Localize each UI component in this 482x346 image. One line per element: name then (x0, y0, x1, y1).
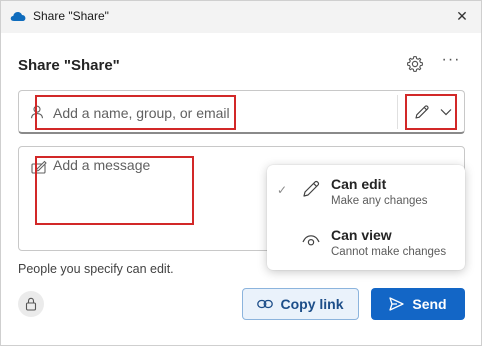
title-bar: Share "Share" ✕ (1, 1, 481, 33)
send-button[interactable]: Send (371, 288, 465, 320)
share-dialog-window: Share "Share" ✕ Share "Share" ··· Add a … (0, 0, 482, 346)
more-options-button[interactable]: ··· (441, 51, 461, 71)
copy-link-label: Copy link (280, 296, 344, 312)
menu-item-can-view[interactable]: Can view Cannot make changes (267, 222, 465, 268)
menu-item-description: Cannot make changes (331, 246, 447, 258)
person-icon (30, 105, 44, 119)
pencil-icon (303, 180, 320, 197)
message-icon (31, 160, 47, 174)
menu-item-label: Can view (331, 227, 392, 243)
close-button[interactable]: ✕ (453, 7, 471, 25)
send-label: Send (412, 296, 447, 312)
link-icon (257, 299, 274, 309)
menu-item-can-edit[interactable]: ✓ Can edit Make any changes (267, 171, 465, 217)
message-input[interactable] (53, 157, 283, 237)
eye-icon (302, 235, 320, 246)
window-title: Share "Share" (33, 9, 109, 23)
menu-item-label: Can edit (331, 176, 387, 192)
onedrive-cloud-icon (10, 12, 26, 21)
chevron-down-icon (440, 109, 452, 116)
permission-info-text: People you specify can edit. (18, 262, 174, 276)
permission-dropdown-button[interactable] (407, 97, 459, 127)
dialog-heading: Share "Share" (18, 57, 120, 74)
field-divider (397, 95, 398, 129)
link-settings-button[interactable] (18, 291, 44, 317)
close-icon: ✕ (456, 7, 468, 24)
dialog-panel: Share "Share" ··· Add a name, group, or … (1, 33, 481, 345)
pencil-icon (415, 105, 429, 119)
gear-icon[interactable] (406, 55, 424, 73)
send-icon (389, 297, 405, 311)
recipient-input[interactable] (53, 102, 393, 124)
permissions-menu: ✓ Can edit Make any changes Can view Can… (267, 165, 465, 270)
checkmark-icon: ✓ (277, 183, 288, 197)
copy-link-button[interactable]: Copy link (242, 288, 359, 320)
menu-item-description: Make any changes (331, 195, 428, 207)
recipient-field (18, 90, 465, 134)
lock-icon (25, 297, 37, 311)
